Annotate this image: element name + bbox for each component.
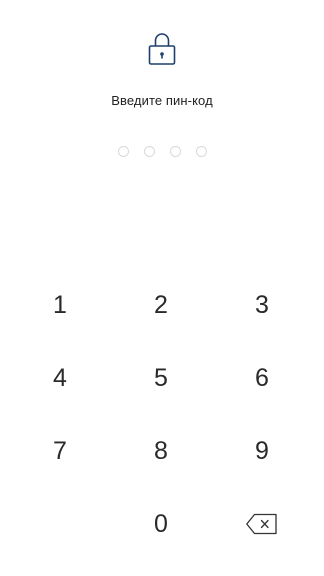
pin-indicator xyxy=(0,146,324,157)
key-3[interactable]: 3 xyxy=(222,277,302,333)
key-8[interactable]: 8 xyxy=(121,423,201,479)
key-9[interactable]: 9 xyxy=(222,423,302,479)
backspace-button[interactable] xyxy=(222,496,302,552)
key-1[interactable]: 1 xyxy=(20,277,100,333)
pin-dot xyxy=(195,146,207,157)
pin-entry-screen: Введите пин-код 1 2 3 4 5 6 7 8 9 0 xyxy=(0,0,324,576)
key-7[interactable]: 7 xyxy=(20,423,100,479)
pin-dot xyxy=(169,146,181,157)
key-2[interactable]: 2 xyxy=(121,277,201,333)
pin-dot xyxy=(117,146,129,157)
pin-dot xyxy=(143,146,155,157)
key-6[interactable]: 6 xyxy=(222,350,302,406)
key-0[interactable]: 0 xyxy=(121,496,201,552)
pin-prompt: Введите пин-код xyxy=(111,93,213,108)
key-5[interactable]: 5 xyxy=(121,350,201,406)
lock-icon xyxy=(148,33,176,65)
key-4[interactable]: 4 xyxy=(20,350,100,406)
backspace-icon xyxy=(246,513,277,535)
